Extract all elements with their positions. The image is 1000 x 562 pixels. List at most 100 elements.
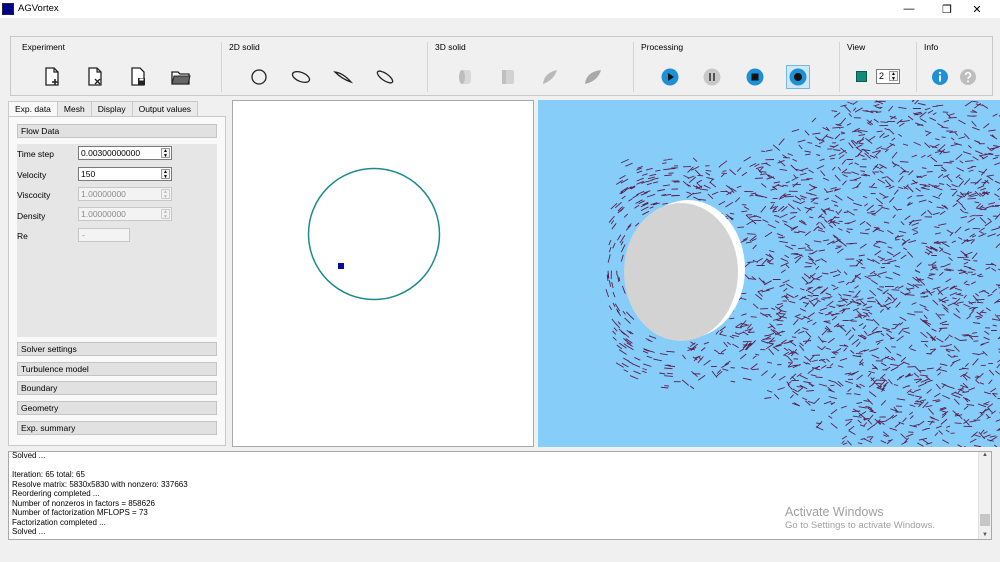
panel-tabs: Exp. data Mesh Display Output values	[8, 101, 199, 118]
tilted-ellipse-solid-button[interactable]	[373, 65, 397, 89]
selection-marker[interactable]	[338, 263, 344, 269]
log-scrollbar[interactable]: ▲ ▼	[978, 452, 991, 539]
log-line: Number of factorization MFLOPS = 73	[12, 508, 148, 517]
toolbar-separator	[221, 42, 222, 92]
flow-visualization-view[interactable]	[538, 100, 1000, 447]
color-square-icon[interactable]	[856, 71, 867, 82]
close-experiment-button[interactable]	[83, 65, 107, 89]
toolbar-separator	[839, 42, 840, 92]
spin-arrows-icon: ▲ ▼	[161, 189, 170, 200]
leaf-icon	[585, 70, 601, 84]
geometry-view[interactable]	[232, 100, 534, 447]
group-title-3d-solid: 3D solid	[435, 42, 466, 52]
circle-solid-outline[interactable]	[307, 167, 441, 301]
wing-icon	[543, 70, 557, 84]
app-logo-icon	[2, 3, 14, 15]
toolbar-separator	[427, 42, 428, 92]
toolbar-separator	[633, 42, 634, 92]
view-spinbox-value: 2	[879, 71, 885, 81]
viscosity-input: 1.00000000 ▲ ▼	[78, 187, 172, 201]
new-experiment-button[interactable]	[40, 65, 64, 89]
log-line: Iteration: 65 total: 65	[12, 470, 85, 479]
save-experiment-icon	[131, 67, 145, 86]
ellipse-solid-button[interactable]	[289, 65, 313, 89]
info-icon	[932, 69, 948, 85]
velocity-label: Velocity	[17, 170, 47, 180]
minimize-button[interactable]: —	[894, 0, 924, 18]
spin-arrows-icon[interactable]: ▲ ▼	[889, 71, 898, 82]
close-button[interactable]: ✕	[962, 0, 992, 18]
re-label: Re	[17, 231, 28, 241]
group-title-info: Info	[924, 42, 939, 52]
window-title: AGVortex	[18, 3, 59, 14]
pause-button[interactable]	[700, 65, 724, 89]
solver-settings-section-button[interactable]: Solver settings	[17, 342, 217, 356]
exp-summary-section-button[interactable]: Exp. summary	[17, 421, 217, 435]
viscosity-label: Viscocity	[17, 190, 51, 200]
tab-display[interactable]: Display	[90, 101, 133, 117]
velocity-input[interactable]: 150 ▲ ▼	[78, 167, 172, 181]
group-title-2d-solid: 2D solid	[229, 42, 260, 52]
airfoil-icon	[333, 71, 353, 84]
leaf-solid-button[interactable]	[581, 65, 605, 89]
cylinder-solid-button[interactable]	[453, 65, 477, 89]
flow-canvas	[605, 100, 1000, 447]
watermark-subtitle: Go to Settings to activate Windows.	[785, 520, 935, 531]
circle-solid-button[interactable]	[247, 65, 271, 89]
help-button[interactable]	[956, 65, 980, 89]
record-icon	[789, 68, 807, 86]
turbulence-model-section-button[interactable]: Turbulence model	[17, 362, 217, 376]
scroll-down-icon[interactable]: ▼	[982, 532, 988, 538]
save-experiment-button[interactable]	[126, 65, 150, 89]
info-button[interactable]	[928, 65, 952, 89]
stop-icon	[746, 68, 764, 86]
title-bar	[0, 0, 1000, 18]
spin-arrows-icon[interactable]: ▲ ▼	[161, 169, 170, 180]
density-value: 1.00000000	[81, 209, 126, 219]
geometry-section-button[interactable]: Geometry	[17, 401, 217, 415]
record-button[interactable]	[786, 65, 810, 89]
view-spinbox[interactable]: 2 ▲ ▼	[876, 69, 900, 84]
re-field: -	[78, 228, 130, 242]
play-icon	[661, 68, 679, 86]
cylinder-icon	[459, 70, 471, 84]
play-button[interactable]	[658, 65, 682, 89]
scroll-up-icon[interactable]: ▲	[982, 452, 988, 458]
wing-solid-button[interactable]	[538, 65, 562, 89]
flow-data-section-button[interactable]: Flow Data	[17, 124, 217, 138]
stop-button[interactable]	[743, 65, 767, 89]
boundary-section-button[interactable]: Boundary	[17, 381, 217, 395]
help-icon	[960, 69, 976, 85]
time-step-label: Time step	[17, 149, 55, 159]
tab-output-values[interactable]: Output values	[131, 101, 199, 117]
open-experiment-button[interactable]	[169, 65, 193, 89]
toolbar-separator	[916, 42, 917, 92]
time-step-input[interactable]: 0.00300000000 ▲ ▼	[78, 146, 172, 160]
group-title-view: View	[847, 42, 866, 52]
spin-arrows-icon: ▲ ▼	[161, 209, 170, 220]
status-bar	[0, 545, 1000, 562]
log-line: Solved ...	[12, 527, 46, 536]
log-line: Resolve matrix: 5830x5830 with nonzero: …	[12, 480, 188, 489]
watermark-title: Activate Windows	[785, 505, 884, 519]
log-line: Solved ...	[12, 451, 46, 460]
new-experiment-icon	[45, 67, 59, 86]
spin-arrows-icon[interactable]: ▲ ▼	[161, 148, 170, 159]
cylinder-body	[624, 203, 738, 341]
geometry-canvas	[307, 167, 441, 301]
scroll-thumb[interactable]	[980, 514, 990, 526]
box-icon	[502, 70, 514, 84]
viscosity-value: 1.00000000	[81, 189, 126, 199]
box-solid-button[interactable]	[496, 65, 520, 89]
restore-button[interactable]: ❐	[932, 0, 962, 18]
log-line: Factorization completed ...	[12, 518, 106, 527]
circle-icon	[251, 69, 267, 85]
tab-mesh[interactable]: Mesh	[56, 101, 92, 117]
close-experiment-icon	[88, 67, 102, 86]
time-step-value: 0.00300000000	[81, 148, 141, 158]
open-experiment-icon	[171, 71, 191, 85]
log-line: Number of nonzeros in factors = 858626	[12, 499, 155, 508]
pause-icon	[703, 68, 721, 86]
activate-windows-watermark: Activate Windows Go to Settings to activ…	[785, 505, 935, 531]
airfoil-solid-button[interactable]	[331, 65, 355, 89]
